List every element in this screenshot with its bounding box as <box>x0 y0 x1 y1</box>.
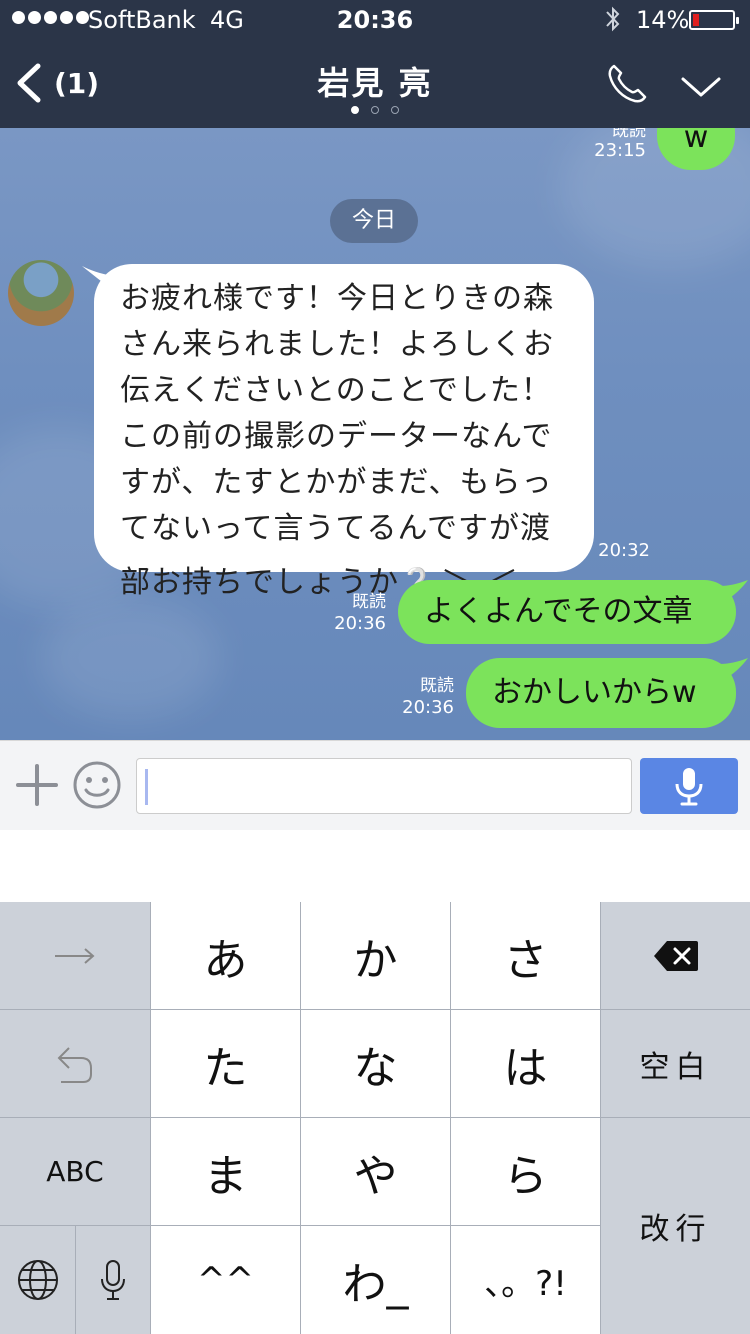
key-ta[interactable]: た <box>151 1010 300 1117</box>
key-space[interactable]: 空白 <box>601 1010 750 1117</box>
message-line: この前の撮影のデーターなんで <box>120 419 553 454</box>
message-time: 20:36 <box>402 697 454 718</box>
undo-icon <box>57 1046 92 1083</box>
call-button[interactable] <box>605 62 649 110</box>
key-ha[interactable]: は <box>451 1010 600 1117</box>
page-dot <box>371 106 379 114</box>
message-time: 20:32 <box>598 540 650 561</box>
top-bar: SoftBank 4G 20:36 14% (1) 岩見 亮 <box>0 0 750 128</box>
backspace-icon <box>653 940 698 971</box>
read-receipt: 既読 <box>352 592 386 612</box>
message-time: 23:15 <box>594 140 646 161</box>
message-text: おかしいからw <box>492 675 697 710</box>
globe-icon <box>17 1260 58 1300</box>
microphone-icon <box>101 1260 125 1300</box>
chat-area[interactable]: 既読 23:15 w 今日 お疲れ様です！今日とりきの森 さん来られました！よろ… <box>0 128 750 740</box>
key-ya[interactable]: や <box>301 1118 450 1225</box>
key-na[interactable]: な <box>301 1010 450 1117</box>
message-text: w <box>683 128 709 155</box>
message-line: さん来られました！よろしくお <box>120 327 554 362</box>
chevron-down-icon <box>681 77 721 97</box>
key-ka[interactable]: か <box>301 902 450 1009</box>
outgoing-message[interactable]: おかしいからw <box>466 658 736 728</box>
phone-icon <box>608 64 647 103</box>
message-text: よくよんでその文章 <box>424 594 693 629</box>
plus-button[interactable] <box>16 764 58 810</box>
bluetooth-icon <box>604 5 622 39</box>
smiley-icon <box>73 761 121 809</box>
message-text: お疲れ様です！今日とりきの森 さん来られました！よろしくお 伝えくださいとのこと… <box>120 276 580 606</box>
message-time: 20:36 <box>334 613 386 634</box>
key-kaomoji[interactable]: ^^ <box>151 1226 300 1334</box>
plus-icon <box>16 764 58 806</box>
key-abc[interactable]: ABC <box>0 1118 150 1225</box>
key-wa[interactable]: わ_ <box>301 1226 450 1334</box>
message-line: てないって言うてるんですが渡 <box>120 511 551 546</box>
key-ra[interactable]: ら <box>451 1118 600 1225</box>
arrow-right-icon <box>55 947 95 964</box>
key-backspace[interactable] <box>601 902 750 1009</box>
microphone-icon <box>675 768 703 806</box>
message-line: すが、たすとかがまだ、もらっ <box>120 465 553 500</box>
key-undo[interactable] <box>0 1010 150 1117</box>
key-dictation[interactable] <box>76 1226 150 1334</box>
bubble-tail <box>720 580 748 600</box>
message-line: お疲れ様です！今日とりきの森 <box>120 281 554 316</box>
page-dot <box>391 106 399 114</box>
avatar[interactable] <box>8 260 74 326</box>
keyboard-suggestion-area <box>0 830 750 902</box>
key-arrow-right[interactable] <box>0 902 150 1009</box>
key-punctuation[interactable]: 、。?! <box>451 1226 600 1334</box>
read-receipt: 既読 <box>420 676 454 696</box>
page-dot <box>351 106 359 114</box>
emoji-button[interactable] <box>73 761 121 813</box>
bubble-tail <box>720 658 748 678</box>
key-sa[interactable]: さ <box>451 902 600 1009</box>
key-return[interactable]: 改行 <box>601 1118 750 1334</box>
status-bar: SoftBank 4G 20:36 14% <box>0 0 750 40</box>
text-caret <box>145 769 148 805</box>
key-globe[interactable] <box>0 1226 75 1334</box>
keyboard: あ か さ た な は 空白 ABC ま や ら 改行 ^^ わ_ 、。?! <box>0 902 750 1334</box>
voice-input-button[interactable] <box>640 758 738 814</box>
battery-percent: 14% <box>636 6 690 34</box>
battery-icon <box>689 10 739 30</box>
key-ma[interactable]: ま <box>151 1118 300 1225</box>
menu-button[interactable] <box>680 75 722 103</box>
date-divider: 今日 <box>330 199 418 243</box>
message-input[interactable] <box>136 758 632 814</box>
incoming-message[interactable]: お疲れ様です！今日とりきの森 さん来られました！よろしくお 伝えくださいとのこと… <box>94 264 594 600</box>
outgoing-message[interactable]: よくよんでその文章 <box>398 580 736 644</box>
key-a[interactable]: あ <box>151 902 300 1009</box>
message-line: 伝えくださいとのことでした！ <box>120 373 552 408</box>
